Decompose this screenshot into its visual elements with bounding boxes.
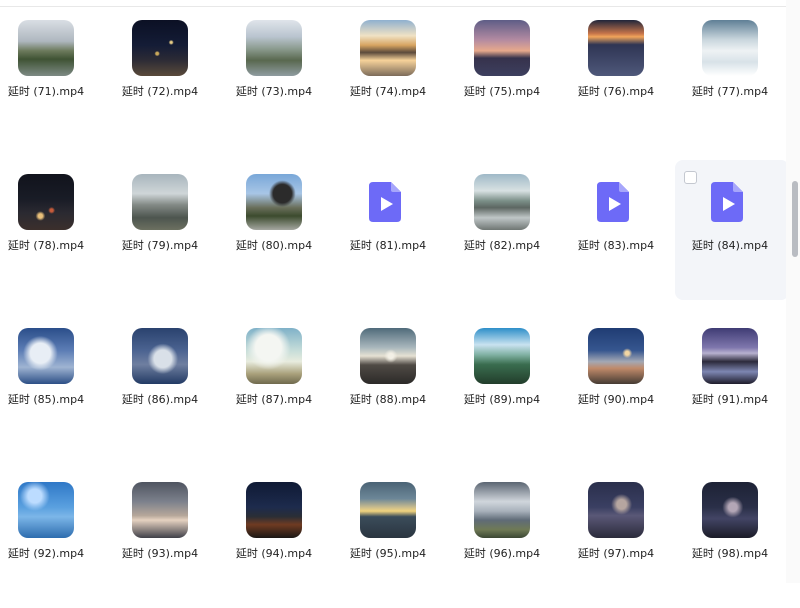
file-item[interactable]: 延时 (95).mp4 — [333, 468, 447, 608]
scrollbar-thumb[interactable] — [792, 181, 798, 257]
video-file-icon — [709, 180, 745, 224]
file-name: 延时 (73).mp4 — [235, 85, 313, 98]
video-thumbnail — [246, 20, 302, 76]
file-name: 延时 (74).mp4 — [349, 85, 427, 98]
file-name: 延时 (77).mp4 — [691, 85, 769, 98]
video-thumbnail — [18, 482, 74, 538]
video-thumbnail — [132, 20, 188, 76]
file-name: 延时 (75).mp4 — [463, 85, 541, 98]
file-item[interactable]: 延时 (98).mp4 — [675, 468, 789, 608]
video-thumbnail — [246, 328, 302, 384]
file-item[interactable]: 延时 (76).mp4 — [561, 6, 675, 146]
file-item[interactable]: 延时 (75).mp4 — [447, 6, 561, 146]
file-item[interactable]: 延时 (80).mp4 — [219, 160, 333, 300]
file-item[interactable]: 延时 (87).mp4 — [219, 314, 333, 454]
video-thumbnail — [246, 174, 302, 230]
file-item[interactable]: 延时 (94).mp4 — [219, 468, 333, 608]
file-item[interactable]: 延时 (88).mp4 — [333, 314, 447, 454]
file-name: 延时 (83).mp4 — [577, 239, 655, 252]
video-thumbnail — [702, 482, 758, 538]
video-thumbnail — [360, 328, 416, 384]
video-thumbnail — [702, 328, 758, 384]
file-name: 延时 (80).mp4 — [235, 239, 313, 252]
video-thumbnail — [246, 482, 302, 538]
file-item[interactable]: 延时 (79).mp4 — [105, 160, 219, 300]
video-thumbnail — [474, 174, 530, 230]
video-thumbnail — [132, 328, 188, 384]
file-item[interactable]: 延时 (85).mp4 — [0, 314, 105, 454]
file-item[interactable]: 延时 (89).mp4 — [447, 314, 561, 454]
file-name: 延时 (76).mp4 — [577, 85, 655, 98]
file-name: 延时 (82).mp4 — [463, 239, 541, 252]
video-thumbnail — [588, 482, 644, 538]
video-thumbnail — [132, 482, 188, 538]
file-item[interactable]: 延时 (81).mp4 — [333, 160, 447, 300]
file-item[interactable]: 延时 (78).mp4 — [0, 160, 105, 300]
file-item[interactable]: 延时 (84).mp4 — [675, 160, 789, 300]
video-file-icon — [595, 180, 631, 224]
file-name: 延时 (85).mp4 — [7, 393, 85, 406]
file-name: 延时 (86).mp4 — [121, 393, 199, 406]
file-name: 延时 (95).mp4 — [349, 547, 427, 560]
file-name: 延时 (87).mp4 — [235, 393, 313, 406]
file-name: 延时 (89).mp4 — [463, 393, 541, 406]
file-name: 延时 (96).mp4 — [463, 547, 541, 560]
file-item[interactable]: 延时 (96).mp4 — [447, 468, 561, 608]
file-name: 延时 (71).mp4 — [7, 85, 85, 98]
scrollbar-track[interactable] — [786, 0, 800, 583]
file-item[interactable]: 延时 (91).mp4 — [675, 314, 789, 454]
video-thumbnail — [474, 328, 530, 384]
file-name: 延时 (93).mp4 — [121, 547, 199, 560]
file-name: 延时 (91).mp4 — [691, 393, 769, 406]
file-item[interactable]: 延时 (83).mp4 — [561, 160, 675, 300]
video-thumbnail — [588, 20, 644, 76]
file-grid: 延时 (71).mp4 延时 (72).mp4 延时 (73).mp4 延时 (74)… — [0, 0, 789, 583]
select-checkbox[interactable] — [684, 171, 697, 184]
video-thumbnail — [18, 174, 74, 230]
video-thumbnail — [360, 20, 416, 76]
file-item[interactable]: 延时 (90).mp4 — [561, 314, 675, 454]
video-thumbnail — [360, 482, 416, 538]
video-thumbnail — [474, 20, 530, 76]
file-name: 延时 (78).mp4 — [7, 239, 85, 252]
file-item[interactable]: 延时 (71).mp4 — [0, 6, 105, 146]
file-name: 延时 (72).mp4 — [121, 85, 199, 98]
file-item[interactable]: 延时 (73).mp4 — [219, 6, 333, 146]
file-name: 延时 (79).mp4 — [121, 239, 199, 252]
file-name: 延时 (90).mp4 — [577, 393, 655, 406]
file-item[interactable]: 延时 (77).mp4 — [675, 6, 789, 146]
file-name: 延时 (98).mp4 — [691, 547, 769, 560]
file-name: 延时 (94).mp4 — [235, 547, 313, 560]
video-thumbnail — [132, 174, 188, 230]
video-thumbnail — [474, 482, 530, 538]
video-thumbnail — [588, 328, 644, 384]
video-file-icon — [367, 180, 403, 224]
video-thumbnail — [18, 20, 74, 76]
file-item[interactable]: 延时 (86).mp4 — [105, 314, 219, 454]
file-item[interactable]: 延时 (97).mp4 — [561, 468, 675, 608]
file-item[interactable]: 延时 (74).mp4 — [333, 6, 447, 146]
video-thumbnail — [702, 20, 758, 76]
file-item[interactable]: 延时 (93).mp4 — [105, 468, 219, 608]
file-name: 延时 (97).mp4 — [577, 547, 655, 560]
file-item[interactable]: 延时 (72).mp4 — [105, 6, 219, 146]
file-name: 延时 (88).mp4 — [349, 393, 427, 406]
file-name: 延时 (92).mp4 — [7, 547, 85, 560]
file-item[interactable]: 延时 (92).mp4 — [0, 468, 105, 608]
file-item[interactable]: 延时 (82).mp4 — [447, 160, 561, 300]
file-name: 延时 (84).mp4 — [691, 239, 769, 252]
file-name: 延时 (81).mp4 — [349, 239, 427, 252]
video-thumbnail — [18, 328, 74, 384]
